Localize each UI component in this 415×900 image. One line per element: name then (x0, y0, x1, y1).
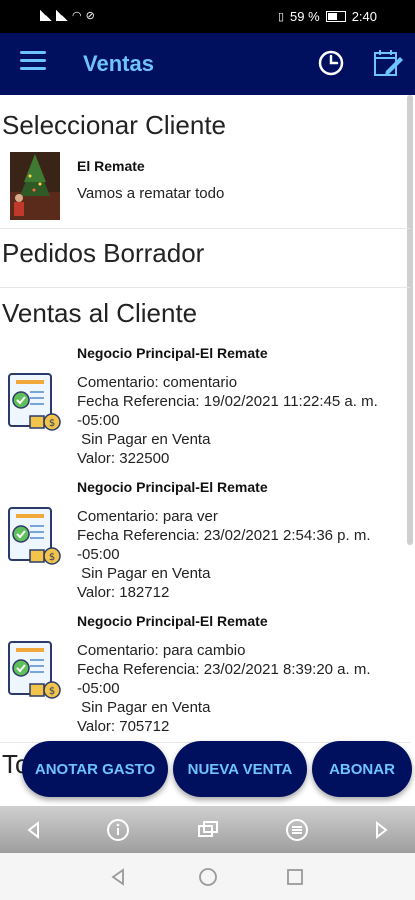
sale-value: Valor: 705712 (77, 718, 170, 735)
main-content[interactable]: Seleccionar Cliente El Remate Vamos a re… (0, 95, 415, 805)
section-client-heading: Seleccionar Cliente (2, 110, 227, 140)
anotar-gasto-button[interactable]: ANOTAR GASTO (22, 741, 168, 797)
sale-timezone: -05:00 (77, 412, 120, 429)
info-icon[interactable] (106, 818, 130, 842)
floating-nav-bar (0, 806, 415, 853)
client-card[interactable]: El Remate Vamos a rematar todo (0, 150, 410, 225)
windows-icon[interactable] (196, 818, 220, 842)
sale-date: Fecha Referencia: 23/02/2021 8:39:20 a. … (77, 661, 371, 678)
sale-date: Fecha Referencia: 23/02/2021 2:54:36 p. … (77, 527, 371, 544)
status-right: ▯ 59 % 2:40 (278, 9, 377, 24)
menu-icon[interactable] (20, 51, 46, 75)
sale-status: Sin Pagar en Venta (77, 699, 211, 716)
recents-icon[interactable] (285, 867, 305, 887)
sale-value: Valor: 322500 (77, 450, 170, 467)
app-bar: Ventas (0, 33, 415, 95)
sale-details: Comentario: comentario Fecha Referencia:… (77, 373, 378, 468)
section-sales-heading: Ventas al Cliente (2, 298, 198, 328)
client-description: Vamos a rematar todo (77, 185, 225, 202)
section-drafts-heading[interactable]: Pedidos Borrador (2, 238, 204, 269)
client-name: El Remate (77, 158, 145, 174)
clock-time: 2:40 (351, 9, 377, 24)
abonar-button[interactable]: ABONAR (312, 741, 412, 797)
signal-icon (56, 10, 68, 21)
sale-value: Valor: 182712 (77, 584, 170, 601)
sale-comment: Comentario: para cambio (77, 642, 246, 659)
status-left: ◠ ⊘ (40, 9, 95, 22)
back-icon[interactable] (108, 867, 128, 887)
receipt-paid-icon: $ (8, 641, 61, 699)
vibrate-icon: ▯ (277, 11, 285, 23)
system-nav-bar (0, 853, 415, 900)
sale-title: Negocio Principal-El Remate (77, 613, 268, 629)
list-menu-icon[interactable] (285, 818, 309, 842)
sale-title: Negocio Principal-El Remate (77, 479, 268, 495)
divider (0, 228, 410, 229)
divider (0, 287, 410, 288)
back-icon[interactable] (22, 818, 46, 842)
sale-details: Comentario: para cambio Fecha Referencia… (77, 641, 371, 736)
sale-date: Fecha Referencia: 19/02/2021 11:22:45 a.… (77, 393, 378, 410)
home-icon[interactable] (198, 867, 218, 887)
svg-text:$: $ (49, 686, 55, 697)
wifi-icon: ◠ (72, 10, 82, 22)
sale-details: Comentario: para ver Fecha Referencia: 2… (77, 507, 371, 602)
sale-comment: Comentario: comentario (77, 374, 238, 391)
sale-comment: Comentario: para ver (77, 508, 218, 525)
sale-item[interactable]: $ Negocio Principal-El Remate Comentario… (0, 345, 410, 475)
sale-timezone: -05:00 (77, 680, 120, 697)
client-avatar (10, 152, 60, 220)
sale-status: Sin Pagar en Venta (77, 565, 211, 582)
data-saver-icon: ⊘ (85, 10, 95, 22)
sale-item[interactable]: $ Negocio Principal-El Remate Comentario… (0, 479, 410, 609)
page-title: Ventas (83, 51, 154, 76)
clock-icon[interactable] (318, 50, 344, 76)
battery-percent: 59 % (290, 9, 320, 24)
svg-text:$: $ (49, 552, 55, 563)
receipt-paid-icon: $ (8, 373, 61, 431)
signal-icon (40, 10, 52, 21)
sale-item[interactable]: $ Negocio Principal-El Remate Comentario… (0, 613, 410, 743)
svg-text:$: $ (49, 418, 55, 429)
battery-icon (325, 11, 346, 22)
sale-timezone: -05:00 (77, 546, 120, 563)
sale-status: Sin Pagar en Venta (77, 431, 211, 448)
forward-icon[interactable] (369, 818, 393, 842)
status-bar: ◠ ⊘ ▯ 59 % 2:40 (0, 0, 415, 33)
receipt-paid-icon: $ (8, 507, 61, 565)
nueva-venta-button[interactable]: NUEVA VENTA (173, 741, 307, 797)
calendar-edit-icon[interactable] (372, 47, 404, 79)
sale-title: Negocio Principal-El Remate (77, 345, 268, 361)
